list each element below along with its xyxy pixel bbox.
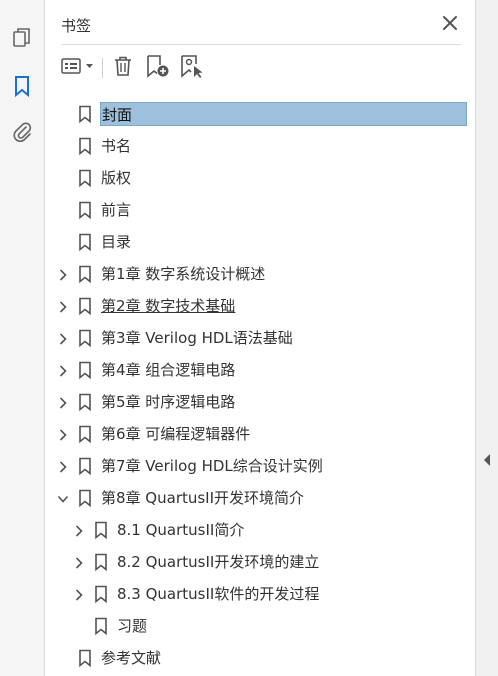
bookmark-row[interactable]: 第8章 QuartusII开发环境简介 [45,482,475,514]
pages-icon[interactable] [8,24,36,52]
bookmark-icon [78,233,92,252]
close-icon[interactable] [439,12,461,34]
delete-icon [111,54,135,82]
bookmark-label[interactable]: 第4章 组合逻辑电路 [100,358,236,382]
bookmark-row[interactable]: 版权 [45,162,475,194]
bookmark-icon [78,169,92,188]
bookmark-row[interactable]: 第1章 数字系统设计概述 [45,258,475,290]
bookmark-row[interactable]: 第3章 Verilog HDL语法基础 [45,322,475,354]
bookmark-label[interactable]: 第6章 可编程逻辑器件 [100,422,251,446]
bookmarks-panel: 书签 封面 书名 版权 前言 目录 第1章 数字系统设计概述 第2章 数字技术基… [45,0,475,676]
chevron-right-icon[interactable] [57,299,69,313]
bookmark-row[interactable]: 第5章 时序逻辑电路 [45,386,475,418]
bookmark-row[interactable]: 参考文献 [45,642,475,674]
chevron-right-icon[interactable] [57,427,69,441]
bookmark-row[interactable]: 第6章 可编程逻辑器件 [45,418,475,450]
bookmark-icon [78,457,92,476]
bookmark-icon [78,425,92,444]
bookmark-icon [78,297,92,316]
bookmark-icon [78,649,92,668]
bookmark-label[interactable]: 8.1 QuartusII简介 [116,518,245,542]
bookmark-icon [78,105,92,124]
bookmark-row[interactable]: 习题 [45,610,475,642]
bookmark-icon [94,521,108,540]
bookmark-icon [78,393,92,412]
chevron-right-icon[interactable] [57,363,69,377]
bookmark-from-selection-button[interactable] [179,54,205,82]
new-bookmark-icon [145,53,171,83]
bookmark-row[interactable]: 第4章 组合逻辑电路 [45,354,475,386]
chevron-right-icon[interactable] [73,555,85,569]
options-menu-button[interactable] [61,54,97,82]
chevron-right-icon[interactable] [73,587,85,601]
bookmarks-toolbar [61,54,461,82]
bookmark-label[interactable]: 8.2 QuartusII开发环境的建立 [116,550,320,574]
chevron-right-icon[interactable] [57,459,69,473]
bookmark-icon [78,265,92,284]
bookmark-label[interactable]: 习题 [116,614,148,638]
bookmark-row[interactable]: 书名 [45,130,475,162]
bookmark-label[interactable]: 版权 [100,166,132,190]
bookmark-label[interactable]: 书名 [100,134,132,158]
bookmark-tree: 封面书名版权前言目录第1章 数字系统设计概述 第2章 数字技术基础第3章 Veri… [45,98,475,674]
bookmark-row[interactable]: 8.1 QuartusII简介 [45,514,475,546]
bookmark-icon [78,489,92,508]
bookmark-label[interactable]: 目录 [100,230,132,254]
bookmark-icon [78,329,92,348]
bookmark-label[interactable]: 8.3 QuartusII软件的开发过程 [116,582,320,606]
chevron-right-icon[interactable] [57,331,69,345]
new-bookmark-button[interactable] [145,54,171,82]
bookmark-row[interactable]: 前言 [45,194,475,226]
bookmark-label[interactable]: 第5章 时序逻辑电路 [100,390,236,414]
chevron-right-icon[interactable] [57,395,69,409]
bookmark-label[interactable]: 前言 [100,198,132,222]
bookmark-row[interactable]: 第2章 数字技术基础 [45,290,475,322]
left-tool-rail [0,0,45,676]
bookmark-label[interactable]: 第2章 数字技术基础 [100,294,236,318]
bookmark-label[interactable]: 封面 [100,102,467,126]
bookmark-row[interactable]: 目录 [45,226,475,258]
chevron-right-icon[interactable] [57,267,69,281]
bookmark-row[interactable]: 第7章 Verilog HDL综合设计实例 [45,450,475,482]
bookmark-icon[interactable] [8,72,36,100]
bookmark-icon [78,201,92,220]
bookmark-icon [78,137,92,156]
bookmark-row[interactable]: 8.3 QuartusII软件的开发过程 [45,578,475,610]
panel-header: 书签 [61,8,461,45]
options-menu-icon [61,56,97,80]
attachment-icon[interactable] [8,118,36,146]
bookmark-label[interactable]: 第8章 QuartusII开发环境简介 [100,486,305,510]
chevron-down-icon[interactable] [57,491,69,505]
bookmark-label[interactable]: 第7章 Verilog HDL综合设计实例 [100,454,324,478]
bookmark-label[interactable]: 第1章 数字系统设计概述 [100,262,266,286]
panel-collapse-strip[interactable] [475,0,498,676]
bookmark-row[interactable]: 8.2 QuartusII开发环境的建立 [45,546,475,578]
delete-button[interactable] [111,54,135,82]
bookmark-icon [78,361,92,380]
bookmark-icon [94,553,108,572]
bookmark-icon [94,617,108,636]
bookmark-label[interactable]: 参考文献 [100,646,162,670]
toolbar-divider [102,58,103,78]
panel-title: 书签 [61,17,92,35]
bookmark-row[interactable]: 封面 [45,98,475,130]
bookmark-from-selection-icon [179,53,205,83]
collapse-arrow-icon[interactable] [482,452,492,468]
bookmark-icon [94,585,108,604]
bookmark-label[interactable]: 第3章 Verilog HDL语法基础 [100,326,294,350]
chevron-right-icon[interactable] [73,523,85,537]
